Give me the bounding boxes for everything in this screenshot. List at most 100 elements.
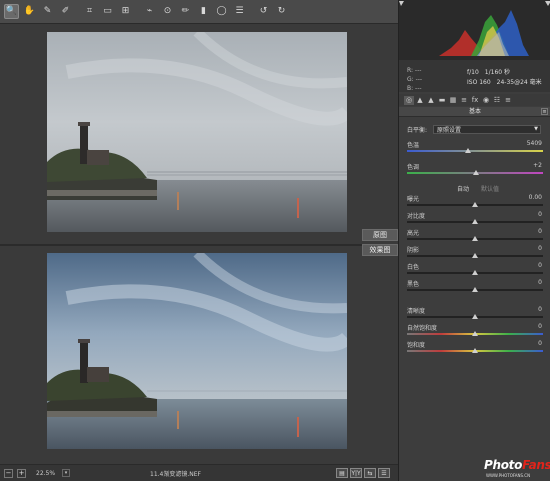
- slider-value[interactable]: 0: [538, 262, 542, 269]
- slider-presence-0: 清晰度 0: [407, 306, 547, 322]
- straighten-tool-icon[interactable]: ▭: [100, 4, 115, 19]
- color-sampler-tool-icon[interactable]: ✐: [58, 4, 73, 19]
- split-divider: [0, 244, 398, 246]
- panel-tab-7-icon[interactable]: ◉: [481, 96, 491, 105]
- before-label: 原图: [362, 229, 398, 241]
- slider-thumb[interactable]: [472, 348, 478, 353]
- white-balance-select[interactable]: 原照设置 ▼: [433, 124, 542, 134]
- preferences-tool-icon[interactable]: ☰: [232, 4, 247, 19]
- slider-tone-0: 曝光 0.00: [407, 194, 547, 210]
- slider-value[interactable]: 0: [538, 245, 542, 252]
- slider-tone-3: 阴影 0: [407, 245, 547, 261]
- radial-filter-tool-icon[interactable]: ◯: [214, 4, 229, 19]
- slider-thumb[interactable]: [473, 170, 480, 175]
- section-title: 基本 ≡: [399, 107, 550, 117]
- slider-tone-4: 白色 0: [407, 262, 547, 278]
- slider-thumb[interactable]: [472, 236, 478, 241]
- auto-link[interactable]: 自动: [457, 186, 469, 193]
- iso: ISO 160: [467, 79, 491, 86]
- zoom-level: 22.5%: [36, 469, 56, 477]
- filename: 11.4渐变滤镜.NEF: [150, 470, 201, 478]
- slider-value[interactable]: 0: [538, 323, 542, 330]
- slider-label: 色调: [407, 164, 420, 171]
- slider-thumb[interactable]: [472, 270, 478, 275]
- exif-info: f/10 1/160 秒 ISO 160 24-35@24 毫米: [467, 68, 548, 88]
- graduated-filter-tool-icon[interactable]: ▮: [196, 4, 211, 19]
- zoom-dropdown[interactable]: ▾: [62, 469, 70, 477]
- white-balance-row: 白平衡: 原照设置 ▼: [407, 124, 547, 134]
- view-mode-1-icon[interactable]: Y|Y: [350, 468, 362, 478]
- slider-value[interactable]: +2: [533, 162, 542, 169]
- white-balance-tool-icon[interactable]: ✎: [40, 4, 55, 19]
- slider-label: 高光: [407, 230, 420, 237]
- panel-tab-8-icon[interactable]: ☷: [492, 96, 502, 105]
- slider-value[interactable]: 0: [538, 211, 542, 218]
- panel-tab-9-icon[interactable]: ≡: [503, 96, 513, 105]
- slider-label: 阴影: [407, 247, 420, 254]
- rotate-left-tool-icon[interactable]: ↺: [256, 4, 271, 19]
- histogram-graph: [399, 1, 550, 56]
- slider-thumb[interactable]: [472, 253, 478, 258]
- adjustment-brush-tool-icon[interactable]: ✏: [178, 4, 193, 19]
- slider-thumb[interactable]: [472, 287, 478, 292]
- slider-tone-5: 黑色 0: [407, 279, 547, 295]
- panel-tabs: ◎ ▲ ▲ ▬ ▦ ≡ fx ◉ ☷ ≡: [399, 94, 550, 106]
- shutter: 1/160 秒: [484, 69, 510, 76]
- section-menu-icon[interactable]: ≡: [541, 108, 548, 115]
- slider-wb-0: 色温 5409: [407, 140, 547, 156]
- zoom-in-button[interactable]: +: [17, 468, 26, 478]
- slider-label: 曝光: [407, 196, 420, 203]
- slider-value[interactable]: 0: [538, 228, 542, 235]
- g-value: G: ---: [407, 76, 423, 83]
- slider-label: 对比度: [407, 213, 426, 220]
- rotate-right-tool-icon[interactable]: ↻: [274, 4, 289, 19]
- view-mode-2-icon[interactable]: ⇆: [364, 468, 376, 478]
- slider-value[interactable]: 0.00: [529, 194, 542, 201]
- default-link[interactable]: 默认值: [481, 186, 499, 193]
- slider-tone-2: 高光 0: [407, 228, 547, 244]
- slider-track[interactable]: [407, 150, 543, 152]
- panel-tab-5-icon[interactable]: ≡: [459, 96, 469, 105]
- slider-value[interactable]: 5409: [527, 140, 542, 147]
- photofans-logo: PhotoFans: [484, 458, 550, 472]
- zoom-tool-icon[interactable]: 🔍: [4, 4, 19, 19]
- slider-label: 色温: [407, 142, 420, 149]
- hand-tool-icon[interactable]: ✋: [22, 4, 37, 19]
- slider-thumb[interactable]: [472, 219, 478, 224]
- after-photo: [47, 253, 347, 449]
- chevron-down-icon: ▼: [534, 125, 539, 132]
- view-mode-0-icon[interactable]: ▤: [336, 468, 348, 478]
- lens: 24-35@24 毫米: [496, 79, 542, 86]
- view-mode-3-icon[interactable]: ☰: [378, 468, 390, 478]
- panel-tab-4-icon[interactable]: ▦: [448, 96, 458, 105]
- rgb-readout: R: --- G: --- B: ---: [407, 66, 422, 93]
- slider-thumb[interactable]: [472, 314, 478, 319]
- slider-presence-1: 自然饱和度 0: [407, 323, 547, 339]
- spot-removal-tool-icon[interactable]: ⌁: [142, 4, 157, 19]
- panel-tab-3-icon[interactable]: ▬: [437, 96, 447, 105]
- slider-value[interactable]: 0: [538, 279, 542, 286]
- panel-tab-0-icon[interactable]: ◎: [404, 95, 414, 105]
- slider-value[interactable]: 0: [538, 340, 542, 347]
- slider-thumb[interactable]: [472, 331, 478, 336]
- slider-label: 白色: [407, 264, 420, 271]
- photofans-url: WWW.PHOTOFANS.CN: [486, 473, 531, 478]
- slider-label: 自然饱和度: [407, 325, 438, 332]
- slider-label: 清晰度: [407, 308, 426, 315]
- red-eye-tool-icon[interactable]: ⊙: [160, 4, 175, 19]
- panel-tab-2-icon[interactable]: ▲: [426, 96, 436, 105]
- before-photo: [47, 32, 347, 232]
- panel-tab-1-icon[interactable]: ▲: [415, 96, 425, 105]
- crop-tool-icon[interactable]: ⌗: [82, 4, 97, 19]
- view-mode-icons: ▤ Y|Y ⇆ ☰: [334, 468, 390, 478]
- slider-label: 黑色: [407, 281, 420, 288]
- transform-tool-icon[interactable]: ⊞: [118, 4, 133, 19]
- slider-thumb[interactable]: [465, 148, 472, 153]
- camera-info: R: --- G: --- B: --- f/10 1/160 秒 ISO 160…: [399, 60, 550, 92]
- slider-value[interactable]: 0: [538, 306, 542, 313]
- zoom-out-button[interactable]: −: [4, 468, 13, 478]
- section-title-text: 基本: [468, 108, 481, 115]
- panel-tab-6-icon[interactable]: fx: [470, 96, 480, 105]
- white-balance-label: 白平衡:: [407, 126, 428, 134]
- slider-thumb[interactable]: [472, 202, 478, 207]
